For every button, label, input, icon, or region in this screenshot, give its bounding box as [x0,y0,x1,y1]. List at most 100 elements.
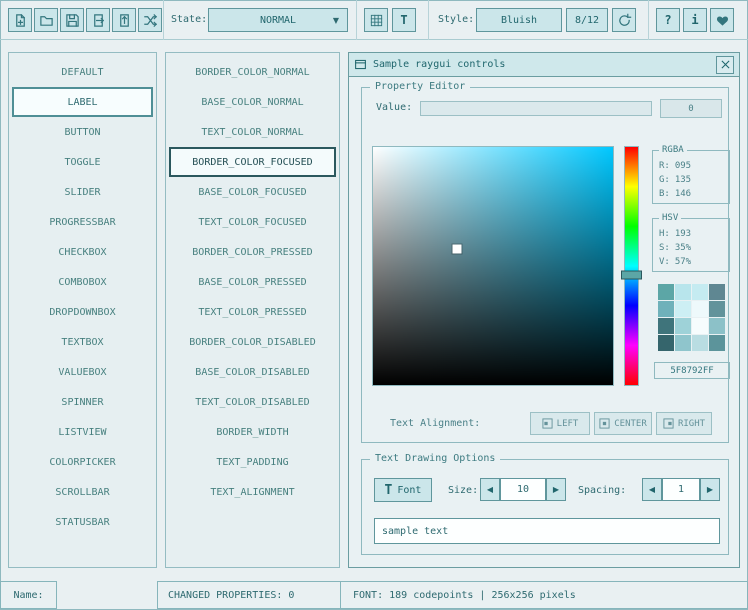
properties-list-item[interactable]: BORDER_COLOR_NORMAL [169,57,336,87]
palette-swatch[interactable] [709,284,725,300]
sponsor-button[interactable] [710,8,734,32]
controls-list-item[interactable]: COMBOBOX [12,267,153,297]
controls-list-item[interactable]: LABEL [12,87,153,117]
properties-list-item[interactable]: BORDER_COLOR_DISABLED [169,327,336,357]
properties-list-item[interactable]: BASE_COLOR_PRESSED [169,267,336,297]
hex-value-box[interactable]: 5F8792FF [654,362,730,379]
controls-list-item[interactable]: SLIDER [12,177,153,207]
controls-list-item[interactable]: STATUSBAR [12,507,153,537]
properties-list-item[interactable]: BORDER_COLOR_FOCUSED [169,147,336,177]
palette-swatch[interactable] [658,284,674,300]
open-folder-icon [39,13,54,28]
hue-slider-handle[interactable] [621,270,642,279]
size-decrement-button[interactable]: ◀ [480,478,500,501]
size-value-box[interactable]: 10 [500,478,546,501]
window-title: Sample raygui controls [373,59,505,70]
sample-controls-window: Sample raygui controls Property Editor V… [348,52,740,568]
controls-list-item[interactable]: LISTVIEW [12,417,153,447]
properties-list-item[interactable]: TEXT_COLOR_FOCUSED [169,207,336,237]
align-right-toggle[interactable]: RIGHT [656,412,712,435]
spacing-increment-button[interactable]: ▶ [700,478,720,501]
align-center-toggle[interactable]: CENTER [594,412,652,435]
about-button[interactable]: i [683,8,707,32]
style-name-button[interactable]: Bluish [476,8,562,32]
properties-list-item[interactable]: BASE_COLOR_NORMAL [169,87,336,117]
palette-swatch[interactable] [675,335,691,351]
controls-list-item[interactable]: TOGGLE [12,147,153,177]
properties-list-item[interactable]: TEXT_COLOR_DISABLED [169,387,336,417]
close-button[interactable] [716,56,734,74]
controls-list-item[interactable]: PROGRESSBAR [12,207,153,237]
value-box[interactable]: 0 [660,99,722,118]
value-slider[interactable] [420,101,652,116]
controls-list-item[interactable]: VALUEBOX [12,357,153,387]
palette-swatch[interactable] [658,301,674,317]
palette-swatch[interactable] [692,318,708,334]
new-style-button[interactable] [8,8,32,32]
controls-list-item[interactable]: CHECKBOX [12,237,153,267]
properties-list-item[interactable]: TEXT_COLOR_PRESSED [169,297,336,327]
grid-view-button[interactable] [364,8,388,32]
controls-list-item[interactable]: TEXTBOX [12,327,153,357]
load-style-button[interactable] [34,8,58,32]
properties-list-item[interactable]: TEXT_COLOR_NORMAL [169,117,336,147]
sample-text-input[interactable] [374,518,720,544]
controls-list-item[interactable]: DEFAULT [12,57,153,87]
palette-swatch[interactable] [692,335,708,351]
properties-list-item[interactable]: BORDER_COLOR_PRESSED [169,237,336,267]
properties-list-item[interactable]: TEXT_ALIGNMENT [169,477,336,507]
align-left-toggle[interactable]: LEFT [530,412,590,435]
palette-swatch[interactable] [658,318,674,334]
window-icon [354,58,367,71]
rgba-green-row: G: 135 [659,173,729,187]
text-mode-button[interactable]: T [392,8,416,32]
palette-swatch[interactable] [675,301,691,317]
spinner-right-icon: ▶ [707,485,713,494]
controls-list-item[interactable]: DROPDOWNBOX [12,297,153,327]
controls-list-item[interactable]: COLORPICKER [12,447,153,477]
rguistyler-app: State: NORMAL ▼ T Style: Bluish 8/12 [0,0,748,610]
rgba-group: RGBA R: 095 G: 135 B: 146 [652,150,730,204]
size-increment-button[interactable]: ▶ [546,478,566,501]
palette-swatch[interactable] [709,335,725,351]
color-panel[interactable] [372,146,614,386]
controls-list[interactable]: DEFAULTLABELBUTTONTOGGLESLIDERPROGRESSBA… [8,52,157,568]
hsv-saturation-row: S: 35% [659,241,729,255]
palette-swatch[interactable] [658,335,674,351]
color-cursor[interactable] [453,245,462,254]
spacing-value-box[interactable]: 1 [662,478,700,501]
properties-list-item[interactable]: BORDER_WIDTH [169,417,336,447]
toolbar-separator [428,0,429,40]
export-code-button[interactable] [112,8,136,32]
properties-list-item[interactable]: TEXT_PADDING [169,447,336,477]
controls-list-item[interactable]: SCROLLBAR [12,477,153,507]
saturation-label: S: [659,241,670,255]
statusbar: Name: CHANGED PROPERTIES: 0 FONT: 189 co… [0,581,748,609]
palette-swatch[interactable] [675,318,691,334]
font-button[interactable]: T Font [374,478,432,502]
palette-swatch[interactable] [692,284,708,300]
export-style-button[interactable] [86,8,110,32]
window-titlebar[interactable]: Sample raygui controls [349,53,739,77]
spacing-decrement-button[interactable]: ◀ [642,478,662,501]
properties-list-item[interactable]: BASE_COLOR_DISABLED [169,357,336,387]
save-style-button[interactable] [60,8,84,32]
palette-swatch[interactable] [709,318,725,334]
hsv-value-row: V: 57% [659,255,729,269]
hue-bar[interactable] [624,146,639,386]
reload-style-button[interactable] [612,8,636,32]
palette-swatch[interactable] [692,301,708,317]
palette-swatch[interactable] [709,301,725,317]
controls-list-item[interactable]: SPINNER [12,387,153,417]
help-button[interactable]: ? [656,8,680,32]
controls-list-item[interactable]: BUTTON [12,117,153,147]
saturation-value: 35% [675,241,691,255]
palette-swatch[interactable] [675,284,691,300]
properties-list[interactable]: BORDER_COLOR_NORMALBASE_COLOR_NORMALTEXT… [165,52,340,568]
style-name-value: Bluish [501,15,537,26]
state-dropdown[interactable]: NORMAL ▼ [208,8,348,32]
random-style-button[interactable] [138,8,162,32]
properties-list-item[interactable]: BASE_COLOR_FOCUSED [169,177,336,207]
save-file-icon [65,13,80,28]
style-counter-button[interactable]: 8/12 [566,8,608,32]
